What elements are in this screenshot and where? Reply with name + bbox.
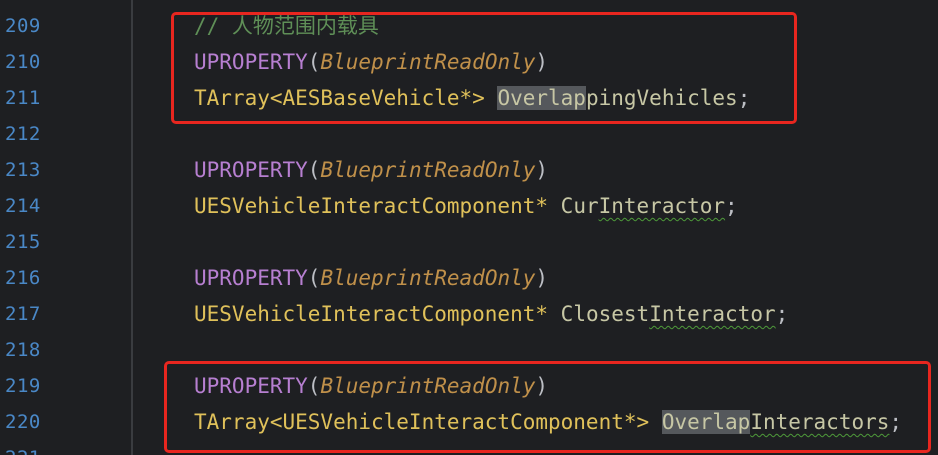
code-line[interactable]: 221 — [0, 440, 938, 455]
search-match-highlight: Overlap — [497, 86, 586, 110]
paren-close: ) — [535, 158, 549, 182]
specifier: BlueprintReadOnly — [320, 266, 536, 290]
code-line[interactable]: 210 UPROPERTY(BlueprintReadOnly) — [0, 44, 938, 80]
macro-keyword: UPROPERTY — [194, 158, 308, 182]
line-number: 218 — [5, 339, 41, 361]
code-line[interactable]: 215 — [0, 224, 938, 260]
paren-close: ) — [535, 50, 549, 74]
line-content[interactable]: UESVehicleInteractComponent* CurInteract… — [194, 188, 738, 224]
semicolon: ; — [725, 194, 738, 218]
line-content[interactable]: UPROPERTY(BlueprintReadOnly) — [194, 152, 548, 188]
macro-keyword: UPROPERTY — [194, 50, 308, 74]
line-number: 221 — [5, 440, 41, 455]
code-line[interactable]: 214 UESVehicleInteractComponent* CurInte… — [0, 188, 938, 224]
line-number: 220 — [5, 411, 41, 433]
type-name: UESVehicleInteractComponent* — [194, 194, 549, 218]
macro-keyword: UPROPERTY — [194, 374, 308, 398]
typo-warning-underline: Interactors — [750, 410, 890, 434]
line-number: 217 — [5, 303, 41, 325]
line-number: 214 — [5, 195, 41, 217]
line-number: 212 — [5, 123, 41, 145]
field-name: Cur — [560, 194, 599, 218]
line-content[interactable]: // 人物范围内载具 — [194, 8, 379, 44]
code-line[interactable]: 219 UPROPERTY(BlueprintReadOnly) — [0, 368, 938, 404]
line-content[interactable]: TArray<AESBaseVehicle*> OverlappingVehic… — [194, 80, 750, 116]
paren-open: ( — [307, 50, 321, 74]
line-content[interactable]: UESVehicleInteractComponent* ClosestInte… — [194, 296, 788, 332]
line-content[interactable]: TArray<UESVehicleInteractComponent*> Ove… — [194, 404, 902, 440]
code-line[interactable]: 209 // 人物范围内载具 — [0, 8, 938, 44]
line-content[interactable]: UPROPERTY(BlueprintReadOnly) — [194, 260, 548, 296]
specifier: BlueprintReadOnly — [320, 374, 536, 398]
search-match-highlight: Overlap — [661, 410, 751, 434]
code-line[interactable]: 213 UPROPERTY(BlueprintReadOnly) — [0, 152, 938, 188]
semicolon: ; — [737, 86, 751, 110]
paren-open: ( — [307, 266, 321, 290]
type-name: UESVehicleInteractComponent* — [194, 302, 549, 326]
semicolon: ; — [889, 410, 903, 434]
typo-warning-underline: Interactor — [649, 302, 776, 326]
semicolon: ; — [775, 302, 789, 326]
code-line[interactable]: 218 — [0, 332, 938, 368]
line-number: 213 — [5, 159, 41, 181]
field-name: pingVehicles — [585, 86, 738, 110]
code-editor[interactable]: 209 // 人物范围内载具 210 UPROPERTY(BlueprintRe… — [0, 0, 938, 455]
line-content[interactable]: UPROPERTY(BlueprintReadOnly) — [194, 44, 548, 80]
code-line[interactable]: 212 — [0, 116, 938, 152]
line-content[interactable]: UPROPERTY(BlueprintReadOnly) — [194, 368, 548, 404]
line-number: 209 — [5, 15, 41, 37]
macro-keyword: UPROPERTY — [194, 266, 308, 290]
type-name: TArray<UESVehicleInteractComponent*> — [194, 410, 650, 434]
comment: // 人物范围内载具 — [194, 14, 379, 38]
line-number: 215 — [5, 231, 41, 253]
typo-warning-underline: Interactor — [598, 194, 726, 218]
type-name: TArray<AESBaseVehicle*> — [194, 86, 485, 110]
code-line[interactable]: 211 TArray<AESBaseVehicle*> OverlappingV… — [0, 80, 938, 116]
specifier: BlueprintReadOnly — [320, 50, 536, 74]
paren-open: ( — [307, 158, 321, 182]
code-line[interactable]: 216 UPROPERTY(BlueprintReadOnly) — [0, 260, 938, 296]
line-number: 216 — [5, 267, 41, 289]
code-line[interactable]: 217 UESVehicleInteractComponent* Closest… — [0, 296, 938, 332]
paren-close: ) — [535, 374, 549, 398]
specifier: BlueprintReadOnly — [320, 158, 536, 182]
field-name: Closest — [560, 302, 650, 326]
line-number: 210 — [5, 51, 41, 73]
line-number: 219 — [5, 375, 41, 397]
code-line[interactable]: 220 TArray<UESVehicleInteractComponent*>… — [0, 404, 938, 440]
line-number: 211 — [5, 87, 41, 109]
paren-open: ( — [307, 374, 321, 398]
paren-close: ) — [535, 266, 549, 290]
